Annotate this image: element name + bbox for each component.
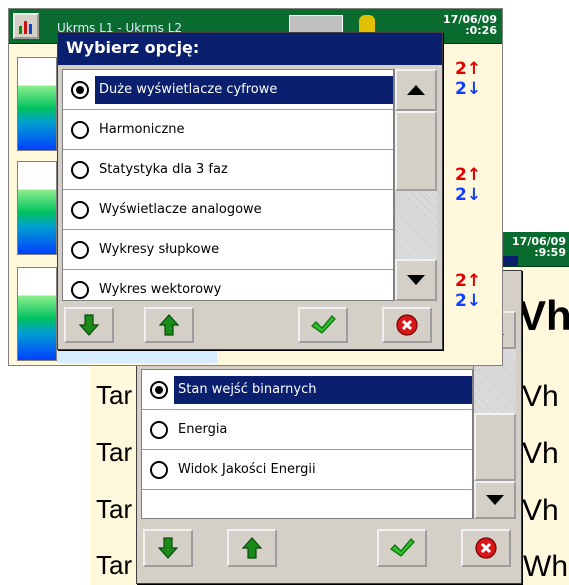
ok-button-2[interactable] bbox=[377, 529, 427, 567]
gauge-bar bbox=[17, 161, 57, 255]
radio-icon[interactable] bbox=[71, 120, 89, 139]
option-label: Widok Jakości Energii bbox=[178, 461, 316, 477]
dialog-1: Wybierz opcję: Duże wyświetlacze cyfrowe… bbox=[57, 32, 443, 350]
tariff-label: Tar bbox=[96, 437, 133, 467]
scroll-track-1[interactable] bbox=[395, 191, 437, 259]
scroll-down-button-1[interactable] bbox=[395, 259, 437, 301]
tariff-label: Tar bbox=[96, 494, 133, 524]
up-arrow-icon: ↑ bbox=[466, 271, 482, 291]
scroll-up-button-1[interactable] bbox=[395, 69, 437, 111]
red-cancel-icon bbox=[475, 537, 497, 559]
move-down-button-2[interactable] bbox=[143, 529, 193, 567]
index-label: 2 bbox=[455, 185, 467, 205]
option-label: Statystyka dla 3 faz bbox=[99, 161, 228, 177]
option-label: Energia bbox=[178, 421, 228, 437]
tariff-label: Tar bbox=[96, 550, 133, 580]
options-list-2: Stan wejść binarnych Energia Widok Jakoś… bbox=[141, 369, 473, 519]
green-check-icon bbox=[311, 315, 336, 334]
option-widok-jakosci-energii[interactable]: Widok Jakości Energii bbox=[142, 450, 472, 490]
cancel-button-1[interactable] bbox=[382, 307, 432, 343]
index-label: 2 bbox=[455, 59, 467, 79]
option-harmoniczne[interactable]: Harmoniczne bbox=[63, 110, 393, 150]
down-arrow-icon: ↓ bbox=[466, 291, 482, 311]
radio-icon[interactable] bbox=[71, 160, 89, 179]
radio-icon[interactable] bbox=[71, 200, 89, 219]
index-label: 2 bbox=[455, 291, 467, 311]
index-label: 2 bbox=[455, 79, 467, 99]
index-label: 2 bbox=[455, 165, 467, 185]
up-triangle-icon bbox=[407, 85, 425, 95]
move-up-button-1[interactable] bbox=[144, 307, 194, 343]
dialog-title: Wybierz opcję: bbox=[58, 33, 442, 65]
up-arrow-icon: ↑ bbox=[466, 59, 482, 79]
option-wykres-wektorowy[interactable]: Wykres wektorowy bbox=[63, 270, 393, 300]
red-cancel-icon bbox=[396, 314, 418, 336]
clock-2: 17/06/09 :9:59 bbox=[492, 236, 566, 258]
unit-label: Vh bbox=[522, 437, 559, 470]
time-2: :9:59 bbox=[534, 246, 566, 259]
down-arrow-icon: ↓ bbox=[466, 79, 482, 99]
option-label: Duże wyświetlacze cyfrowe bbox=[95, 75, 393, 104]
option-label: Harmoniczne bbox=[99, 121, 185, 137]
index-label: 2 bbox=[455, 271, 467, 291]
radio-selected-icon[interactable] bbox=[71, 80, 89, 99]
option-label: Wykres wektorowy bbox=[99, 282, 222, 297]
row-indicator: 2↑ 2↓ bbox=[455, 165, 499, 205]
button-bar-2 bbox=[137, 523, 521, 581]
green-down-arrow-icon bbox=[78, 314, 100, 336]
option-label: Wykresy słupkowe bbox=[99, 241, 220, 257]
scroll-thumb-1[interactable] bbox=[395, 111, 437, 191]
option-label: Stan wejść binarnych bbox=[174, 375, 472, 404]
green-up-arrow-icon bbox=[241, 537, 263, 559]
row-indicator: 2↑ 2↓ bbox=[455, 59, 499, 99]
ok-button-1[interactable] bbox=[298, 307, 348, 343]
unit-label: Vh bbox=[518, 292, 569, 339]
radio-icon[interactable] bbox=[150, 460, 168, 479]
move-down-button-1[interactable] bbox=[64, 307, 114, 343]
up-arrow-icon: ↑ bbox=[466, 165, 482, 185]
option-wykresy-slupkowe[interactable]: Wykresy słupkowe bbox=[63, 230, 393, 270]
radio-icon[interactable] bbox=[71, 240, 89, 259]
option-wyswietlacze-analogowe[interactable]: Wyświetlacze analogowe bbox=[63, 190, 393, 230]
row-indicator: 2↑ 2↓ bbox=[455, 271, 499, 311]
option-statystyka-dla-3-faz[interactable]: Statystyka dla 3 faz bbox=[63, 150, 393, 190]
down-triangle-icon bbox=[407, 275, 425, 285]
gauge-bar bbox=[17, 267, 57, 361]
scrollbar-1[interactable] bbox=[394, 69, 438, 301]
scroll-down-button-2[interactable] bbox=[474, 481, 516, 519]
button-bar-1 bbox=[58, 303, 442, 347]
tariff-label: Tar bbox=[96, 380, 133, 410]
app-menu-icon[interactable] bbox=[13, 13, 39, 39]
scroll-thumb-2[interactable] bbox=[474, 413, 516, 481]
cancel-button-2[interactable] bbox=[461, 529, 511, 567]
option-stan-wejsc-binarnych[interactable]: Stan wejść binarnych bbox=[142, 370, 472, 410]
down-triangle-icon bbox=[486, 495, 504, 505]
move-up-button-2[interactable] bbox=[227, 529, 277, 567]
radio-icon[interactable] bbox=[71, 281, 89, 299]
unit-label: Vh bbox=[522, 494, 559, 527]
option-duze-wyswietlacze-cyfrowe[interactable]: Duże wyświetlacze cyfrowe bbox=[63, 70, 393, 110]
gauge-bar bbox=[17, 57, 57, 151]
green-check-icon bbox=[390, 538, 415, 557]
down-arrow-icon: ↓ bbox=[466, 185, 482, 205]
radio-selected-icon[interactable] bbox=[150, 380, 168, 399]
unit-label: Vh bbox=[522, 380, 559, 413]
options-list-1: Duże wyświetlacze cyfrowe Harmoniczne St… bbox=[62, 69, 394, 301]
option-energia[interactable]: Energia bbox=[142, 410, 472, 450]
option-label: Wyświetlacze analogowe bbox=[99, 201, 262, 217]
radio-icon[interactable] bbox=[150, 420, 168, 439]
green-up-arrow-icon bbox=[158, 314, 180, 336]
green-down-arrow-icon bbox=[157, 537, 179, 559]
